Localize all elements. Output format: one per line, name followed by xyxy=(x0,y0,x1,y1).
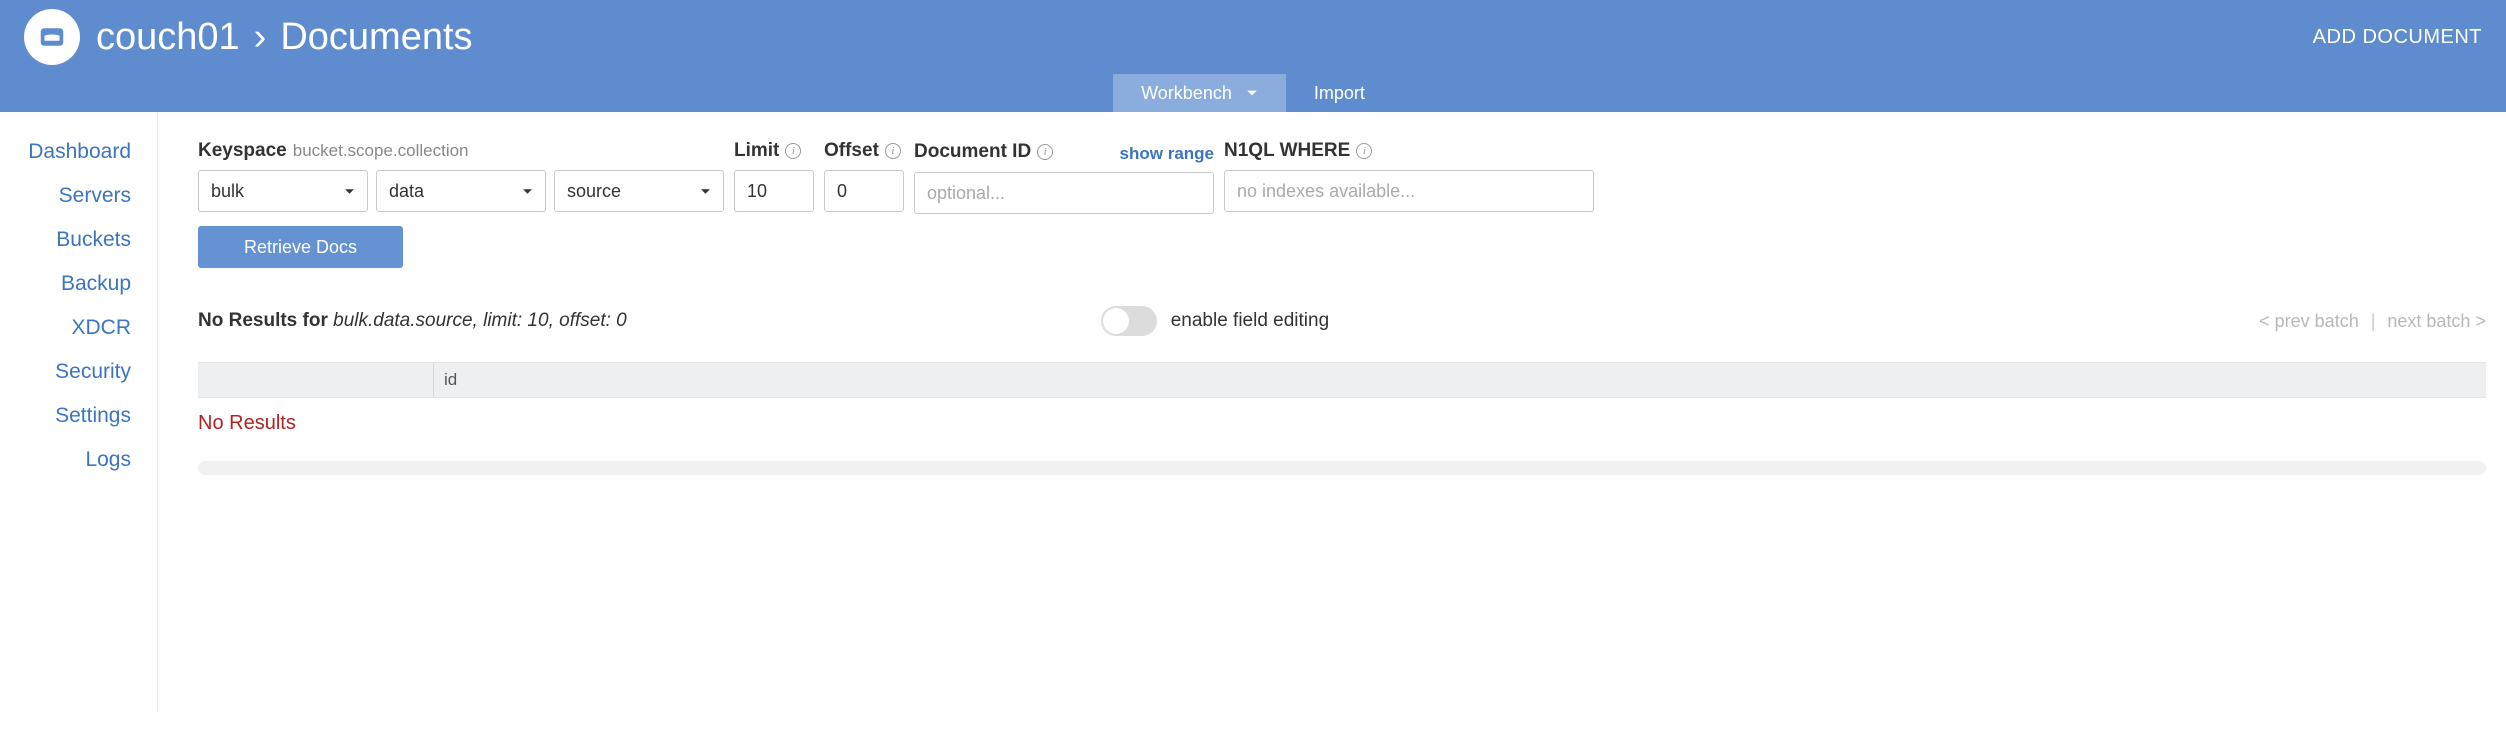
couchbase-logo xyxy=(24,9,80,65)
keyspace-hint: bucket.scope.collection xyxy=(293,141,469,161)
results-query: bulk.data.source, limit: 10, offset: 0 xyxy=(333,310,627,331)
retrieve-docs-button[interactable]: Retrieve Docs xyxy=(198,226,403,268)
docid-input[interactable] xyxy=(914,172,1214,214)
offset-group: Offset i xyxy=(824,140,904,212)
tab-import[interactable]: Import xyxy=(1286,74,1393,112)
tab-workbench[interactable]: Workbench xyxy=(1113,74,1286,112)
add-document-button[interactable]: ADD DOCUMENT xyxy=(2313,26,2482,49)
field-editing-label: enable field editing xyxy=(1171,310,1329,332)
sidebar-item-servers[interactable]: Servers xyxy=(59,184,157,208)
content-area: Dashboard Servers Buckets Backup XDCR Se… xyxy=(0,112,2506,712)
sidebar: Dashboard Servers Buckets Backup XDCR Se… xyxy=(0,112,158,712)
breadcrumb-node[interactable]: couch01 xyxy=(96,16,240,59)
pager-separator: | xyxy=(2371,311,2376,332)
n1ql-label-text: N1QL WHERE xyxy=(1224,140,1350,162)
caret-down-icon xyxy=(522,181,533,202)
table-header-spacer xyxy=(198,363,434,397)
results-message: No Results for bulk.data.source, limit: … xyxy=(198,310,627,332)
docid-group: Document ID i show range xyxy=(914,140,1214,214)
pager: < prev batch | next batch > xyxy=(2259,311,2486,332)
next-batch-link[interactable]: next batch > xyxy=(2387,311,2486,332)
breadcrumb: couch01 › Documents xyxy=(96,16,473,59)
no-results-text: No Results xyxy=(198,412,2486,435)
results-table-header: id xyxy=(198,362,2486,398)
sidebar-item-settings[interactable]: Settings xyxy=(55,404,157,428)
subnav-tabbar: Workbench Import xyxy=(0,74,2506,112)
keyspace-label-text: Keyspace xyxy=(198,140,287,162)
chevron-right-icon: › xyxy=(254,16,267,59)
collection-select[interactable]: source xyxy=(554,170,724,212)
offset-input[interactable] xyxy=(824,170,904,212)
bucket-select[interactable]: bulk xyxy=(198,170,368,212)
limit-input[interactable] xyxy=(734,170,814,212)
docid-label-text: Document ID xyxy=(914,141,1031,163)
results-prefix: No Results for xyxy=(198,310,333,331)
offset-label-text: Offset xyxy=(824,140,879,162)
keyspace-group: Keyspace bucket.scope.collection bulk da… xyxy=(198,140,724,212)
main-panel: Keyspace bucket.scope.collection bulk da… xyxy=(158,112,2506,712)
prev-batch-link[interactable]: < prev batch xyxy=(2259,311,2359,332)
chevron-down-icon xyxy=(1246,83,1258,104)
limit-label-text: Limit xyxy=(734,140,779,162)
toggle-knob xyxy=(1103,308,1129,334)
field-editing-toggle-wrap: enable field editing xyxy=(1101,306,1329,336)
keyspace-selects: bulk data source xyxy=(198,170,724,212)
n1ql-input[interactable] xyxy=(1224,170,1594,212)
caret-down-icon xyxy=(344,181,355,202)
sidebar-item-security[interactable]: Security xyxy=(55,360,157,384)
show-range-link[interactable]: show range xyxy=(1120,140,1214,164)
caret-down-icon xyxy=(700,181,711,202)
tab-workbench-label: Workbench xyxy=(1141,83,1232,104)
tab-import-label: Import xyxy=(1314,83,1365,104)
limit-group: Limit i xyxy=(734,140,814,212)
results-row: No Results for bulk.data.source, limit: … xyxy=(198,306,2486,336)
info-icon[interactable]: i xyxy=(1356,143,1372,159)
scope-select[interactable]: data xyxy=(376,170,546,212)
bucket-select-value: bulk xyxy=(211,181,244,202)
docid-label: Document ID i show range xyxy=(914,140,1214,164)
collection-select-value: source xyxy=(567,181,621,202)
offset-label: Offset i xyxy=(824,140,904,162)
info-icon[interactable]: i xyxy=(785,143,801,159)
info-icon[interactable]: i xyxy=(885,143,901,159)
sidebar-item-xdcr[interactable]: XDCR xyxy=(71,316,157,340)
header-bar: couch01 › Documents ADD DOCUMENT xyxy=(0,0,2506,74)
limit-label: Limit i xyxy=(734,140,814,162)
field-editing-toggle[interactable] xyxy=(1101,306,1157,336)
breadcrumb-page: Documents xyxy=(280,16,472,59)
sidebar-item-logs[interactable]: Logs xyxy=(85,448,157,472)
scope-select-value: data xyxy=(389,181,424,202)
sidebar-item-buckets[interactable]: Buckets xyxy=(56,228,157,252)
sidebar-item-backup[interactable]: Backup xyxy=(61,272,157,296)
column-id: id xyxy=(434,370,457,390)
sidebar-item-dashboard[interactable]: Dashboard xyxy=(28,140,157,164)
n1ql-label: N1QL WHERE i xyxy=(1224,140,1594,162)
info-icon[interactable]: i xyxy=(1037,144,1053,160)
n1ql-group: N1QL WHERE i xyxy=(1224,140,1594,212)
horizontal-scrollbar[interactable] xyxy=(198,461,2486,475)
filters-row: Keyspace bucket.scope.collection bulk da… xyxy=(198,140,2486,214)
keyspace-label: Keyspace bucket.scope.collection xyxy=(198,140,724,162)
